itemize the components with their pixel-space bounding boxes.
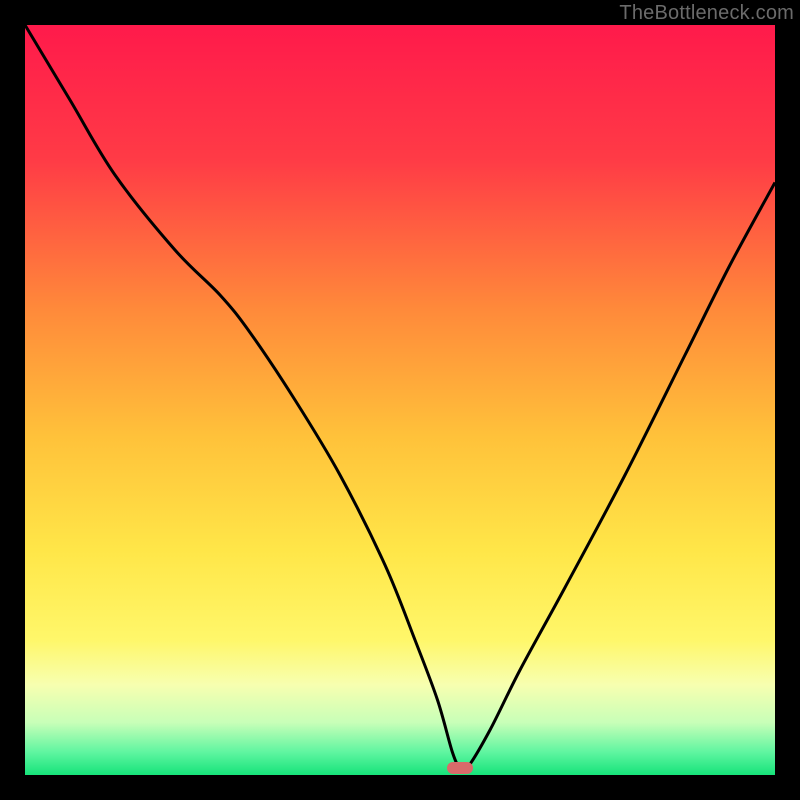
background-gradient: [25, 25, 775, 775]
chart-frame: TheBottleneck.com: [0, 0, 800, 800]
plot-area: [25, 25, 775, 775]
optimal-point-marker: [447, 762, 473, 774]
watermark-text: TheBottleneck.com: [619, 2, 794, 25]
